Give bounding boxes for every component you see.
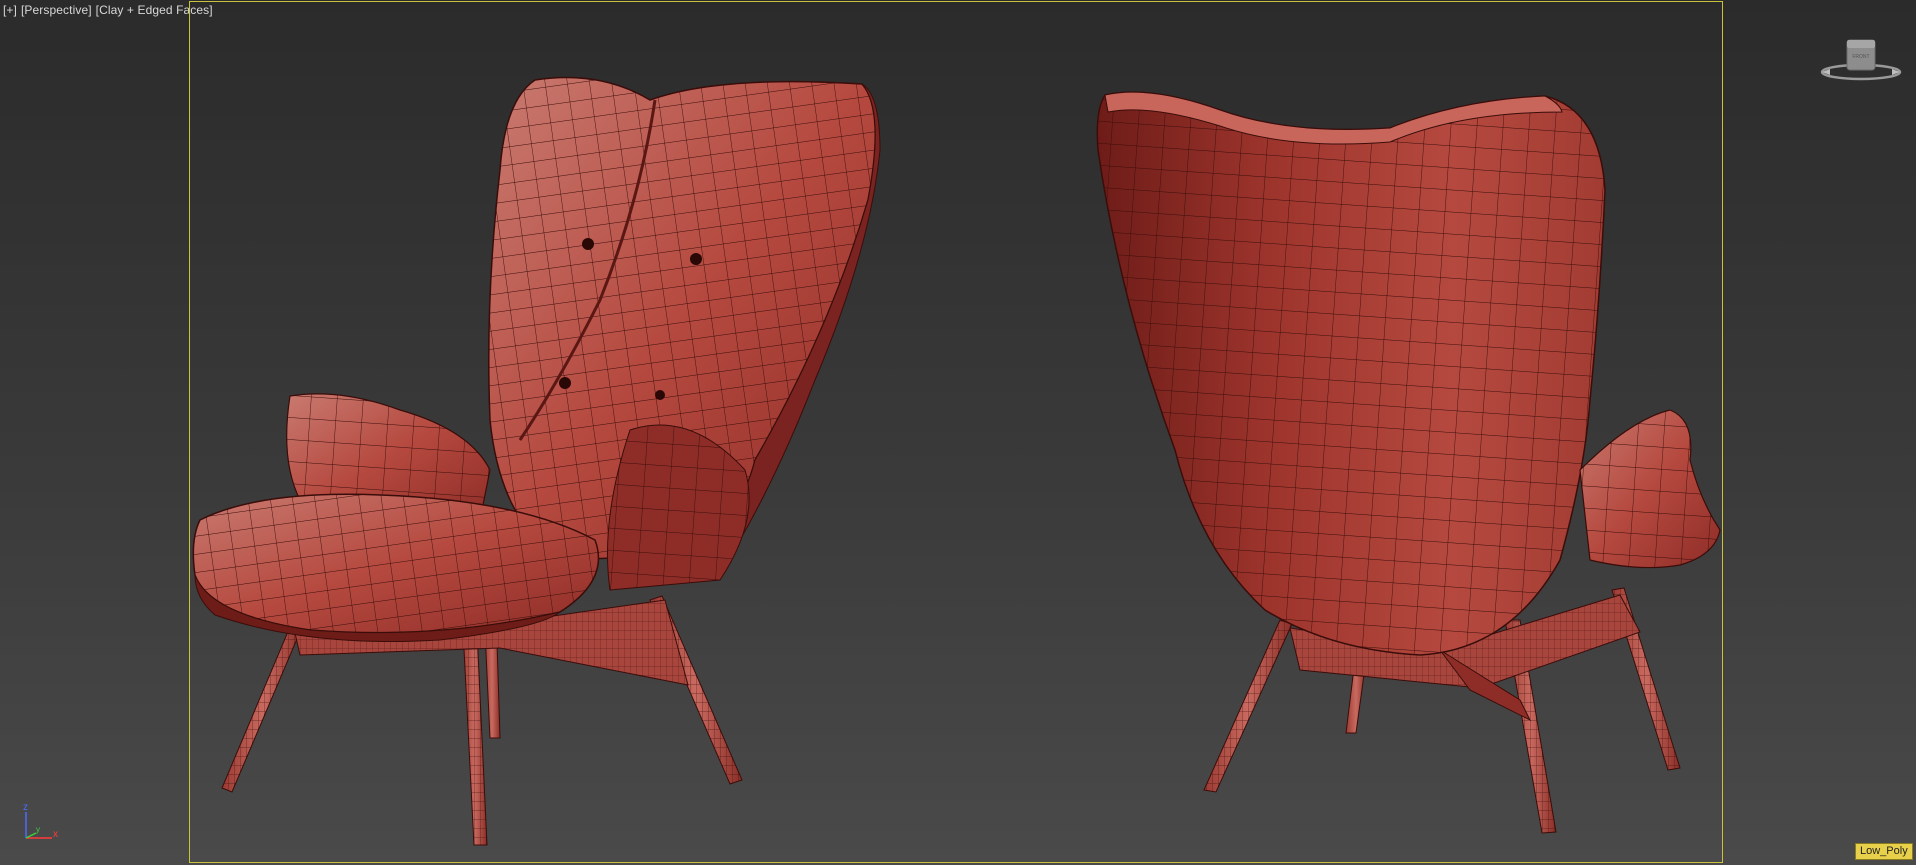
axis-x-label: x [53, 829, 58, 840]
axis-tripod: z x y [23, 802, 58, 840]
tuft-button [655, 390, 665, 400]
chair-back-model[interactable] [1096, 91, 1721, 834]
tuft-button [690, 253, 702, 265]
tuft-button [559, 377, 571, 389]
axis-z-label: z [23, 802, 28, 813]
scene-canvas[interactable]: FRONT z x y [0, 0, 1916, 865]
viewport-perspective[interactable]: [+] [Perspective] [Clay + Edged Faces] F… [0, 0, 1916, 865]
layer-badge[interactable]: Low_Poly [1855, 843, 1913, 860]
tuft-button [582, 238, 594, 250]
viewcube[interactable]: FRONT [1820, 39, 1902, 81]
axis-y-label: y [36, 825, 40, 834]
chair-front-model[interactable] [192, 76, 881, 846]
viewcube-face-label[interactable]: FRONT [1852, 54, 1869, 60]
